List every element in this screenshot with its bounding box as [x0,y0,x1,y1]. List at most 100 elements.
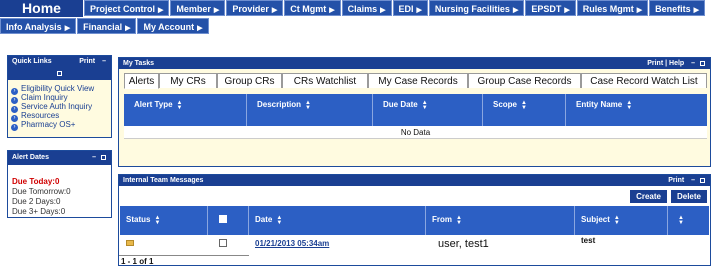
nav-member[interactable]: Member ▶ [170,0,226,16]
panel-actions: – [92,151,106,165]
table-header-row: Alert Type ▲ ▼ Description ▲ ▼ Due Date ▲ ▼ Sc… [124,94,707,126]
quick-link-label: Claim Inquiry [21,93,68,102]
delete-button[interactable]: Delete [670,190,707,203]
table-row[interactable]: 01/21/2013 05:34am user, test1 test [120,235,709,252]
sort-icon[interactable]: ▲ ▼ [276,215,282,226]
nav-my-account[interactable]: My Account ▶ [137,18,209,34]
row-checkbox[interactable] [219,238,227,247]
quick-link-item[interactable]: › Pharmacy OS+ [11,120,108,131]
from-cell: user, test1 [438,237,489,250]
tab-my-crs[interactable]: My CRs [159,73,217,88]
sort-icon[interactable]: ▲ ▼ [154,215,160,226]
collapse-icon[interactable]: – [92,154,96,161]
collapse-icon[interactable]: – [691,177,695,184]
nav-label: Provider [232,4,269,14]
tab-my-case-records[interactable]: My Case Records [368,73,468,88]
select-all-checkbox[interactable] [219,215,227,223]
print-help-links[interactable]: Print | Help [647,60,684,67]
tab-alerts[interactable]: Alerts [124,73,159,89]
triangle-right-icon: ▶ [213,7,220,14]
nav-financial[interactable]: Financial ▶ [77,18,137,34]
nav-label: Claims [347,4,378,14]
no-data-message: No Data [124,126,707,139]
col-due-date[interactable]: Due Date ▲ ▼ [373,94,483,126]
alert-dates-header: Alert Dates – [8,151,111,165]
sort-icon[interactable]: ▲ ▼ [521,100,527,111]
sort-icon[interactable]: ▲ ▼ [456,215,462,226]
quick-link-label: Resources [21,111,60,120]
due-value: 0 [66,187,71,196]
sort-icon[interactable]: ▲ ▼ [422,100,428,111]
triangle-right-icon: ▶ [125,25,131,32]
print-link[interactable]: Print [668,177,684,184]
col-status[interactable]: Status ▲ ▼ [120,206,208,235]
triangle-right-icon: ▶ [64,25,71,32]
nav-project-control[interactable]: Project Control ▶ [84,0,170,16]
nav-rules-mgmt[interactable]: Rules Mgmt ▶ [576,0,649,16]
col-from[interactable]: From ▲ ▼ [426,206,575,235]
col-alert-type[interactable]: Alert Type ▲ ▼ [124,94,247,126]
tab-crs-watchlist[interactable]: CRs Watchlist [282,73,368,88]
col-entity-name[interactable]: Entity Name ▲ ▼ [566,94,707,126]
panel-actions: Print – [668,175,705,186]
due-3-plus-days-row: Due 3+ Days:0 [12,207,108,217]
triangle-right-icon: ▶ [564,7,570,14]
panel-title: Quick Links [12,58,52,65]
alerts-table: Alert Type ▲ ▼ Description ▲ ▼ Due Date ▲ ▼ Sc… [124,94,707,139]
nav-row-secondary: Info Analysis ▶ Financial ▶ My Account ▶ [0,18,210,34]
create-button[interactable]: Create [630,190,667,203]
my-tasks-header: My Tasks Print | Help – [119,58,710,69]
collapse-icon[interactable]: – [691,60,695,67]
column-label: Subject [581,215,610,224]
column-label: From [432,215,452,224]
tab-group-case-records[interactable]: Group Case Records [468,73,581,88]
due-2-days-row: Due 2 Days:0 [12,197,108,207]
print-link[interactable]: Print [79,58,95,65]
triangle-right-icon: ▶ [380,7,386,14]
maximize-icon[interactable] [700,177,705,183]
nav-label: Member [176,4,211,14]
collapse-icon[interactable]: – [102,58,106,65]
nav-epsdt[interactable]: EPSDT ▶ [525,0,576,16]
maximize-icon[interactable] [101,154,106,160]
nav-provider[interactable]: Provider ▶ [226,0,284,16]
nav-claims[interactable]: Claims ▶ [341,0,392,16]
quick-link-item[interactable]: › Claim Inquiry [11,93,108,104]
due-value: 0 [60,207,66,216]
home-button[interactable]: Home [0,0,83,17]
sort-icon[interactable]: ▲ ▼ [678,215,684,226]
maximize-icon[interactable] [700,60,705,66]
quick-link-item[interactable]: › Service Auth Inquiry [11,102,108,113]
nav-ct-mgmt[interactable]: Ct Mgmt ▶ [284,0,341,16]
column-label: Status [126,215,151,224]
sort-icon[interactable]: ▲ ▼ [626,100,632,111]
maximize-icon[interactable] [57,71,62,76]
quick-links-header: Quick Links Print – [8,56,111,80]
col-date[interactable]: Date ▲ ▼ [249,206,426,235]
select-cell [208,238,249,249]
triangle-right-icon: ▶ [158,7,164,14]
triangle-right-icon: ▶ [693,7,700,14]
panel-title: My Tasks [123,60,154,67]
col-scope[interactable]: Scope ▲ ▼ [483,94,566,126]
col-extra[interactable]: ▲ ▼ [668,206,709,235]
quick-link-item[interactable]: › Eligibility Quick View [11,84,108,95]
message-actions: Create Delete [626,190,707,203]
nav-benefits[interactable]: Benefits ▶ [649,0,706,16]
tab-group-crs[interactable]: Group CRs [217,73,282,88]
sort-icon[interactable]: ▲ ▼ [305,100,311,111]
due-value: 0 [56,197,61,206]
sort-icon[interactable]: ▲ ▼ [177,100,183,111]
status-cell [120,239,208,248]
quick-link-item[interactable]: › Resources [11,111,108,122]
nav-nursing-facilities[interactable]: Nursing Facilities ▶ [428,0,525,16]
col-description[interactable]: Description ▲ ▼ [247,94,373,126]
sort-icon[interactable]: ▲ ▼ [614,215,620,226]
message-date-link[interactable]: 01/21/2013 05:34am [255,239,329,248]
nav-label: EDI [398,4,414,14]
nav-edi[interactable]: EDI ▶ [392,0,428,16]
tab-case-record-watch-list[interactable]: Case Record Watch List [581,73,707,88]
col-subject[interactable]: Subject ▲ ▼ [575,206,668,235]
nav-info-analysis[interactable]: Info Analysis ▶ [0,18,77,34]
internal-team-messages-panel: Internal Team Messages Print – Create De… [118,174,711,266]
